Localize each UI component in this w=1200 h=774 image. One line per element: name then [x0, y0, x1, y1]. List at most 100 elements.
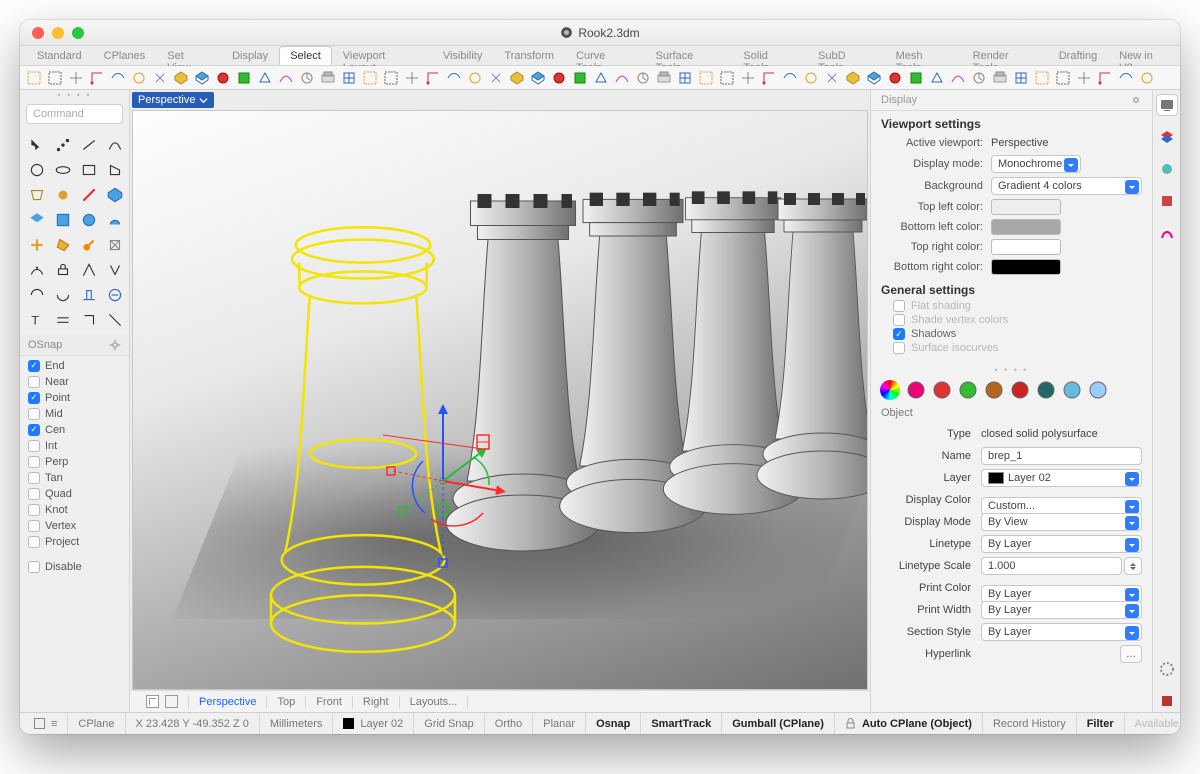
- osnap-end[interactable]: End: [28, 358, 121, 373]
- toolbar-btn-11[interactable]: [255, 68, 275, 88]
- tool-btn-28[interactable]: T: [26, 309, 48, 331]
- status-gumball[interactable]: Gumball (CPlane): [722, 713, 835, 734]
- status-units[interactable]: Millimeters: [260, 713, 334, 734]
- viewport-tab-layouts[interactable]: Layouts...: [400, 696, 469, 708]
- toolbar-btn-53[interactable]: [1137, 68, 1157, 88]
- osnap-mid[interactable]: Mid: [28, 406, 121, 421]
- tool-btn-6[interactable]: [78, 159, 100, 181]
- top-tab-display[interactable]: Display: [221, 46, 279, 65]
- tool-btn-0[interactable]: [26, 134, 48, 156]
- toolbar-btn-9[interactable]: [213, 68, 233, 88]
- toolbar-btn-6[interactable]: [150, 68, 170, 88]
- toolbar-btn-41[interactable]: [885, 68, 905, 88]
- name-input[interactable]: brep_1: [981, 447, 1142, 465]
- toolbar-btn-8[interactable]: [192, 68, 212, 88]
- osnap-vertex[interactable]: Vertex: [28, 518, 121, 533]
- top-tab-set-view[interactable]: Set View: [156, 46, 221, 65]
- rtab-display[interactable]: [1156, 94, 1178, 116]
- tool-btn-12[interactable]: [26, 209, 48, 231]
- top-left-color-swatch[interactable]: [991, 199, 1061, 215]
- toolbar-btn-21[interactable]: [465, 68, 485, 88]
- status-filter[interactable]: Filter: [1077, 713, 1125, 734]
- obj-prop-tab-7[interactable]: [1061, 379, 1083, 401]
- toolbar-btn-3[interactable]: [87, 68, 107, 88]
- obj-prop-tab-1[interactable]: [905, 379, 927, 401]
- status-ortho[interactable]: Ortho: [485, 713, 534, 734]
- shadows-check[interactable]: Shadows: [871, 327, 1152, 341]
- tool-btn-27[interactable]: [104, 284, 126, 306]
- toolbar-btn-0[interactable]: [24, 68, 44, 88]
- linetype-dropdown[interactable]: By Layer: [981, 535, 1142, 553]
- toolbar-btn-28[interactable]: [612, 68, 632, 88]
- top-tab-select[interactable]: Select: [279, 46, 332, 65]
- obj-prop-tab-8[interactable]: [1087, 379, 1109, 401]
- toolbar-btn-36[interactable]: [780, 68, 800, 88]
- toolbar-btn-1[interactable]: [45, 68, 65, 88]
- tool-btn-13[interactable]: [52, 209, 74, 231]
- toolbar-btn-37[interactable]: [801, 68, 821, 88]
- top-tab-cplanes[interactable]: CPlanes: [93, 46, 157, 65]
- panel-grip-2[interactable]: • • • •: [871, 365, 1152, 375]
- obj-prop-tab-5[interactable]: [1009, 379, 1031, 401]
- status-record[interactable]: Record History: [983, 713, 1077, 734]
- status-planar[interactable]: Planar: [533, 713, 586, 734]
- toolbar-btn-42[interactable]: [906, 68, 926, 88]
- flat-shading-check[interactable]: Flat shading: [871, 299, 1152, 313]
- osnap-quad[interactable]: Quad: [28, 486, 121, 501]
- toolbar-btn-40[interactable]: [864, 68, 884, 88]
- tool-btn-3[interactable]: [104, 134, 126, 156]
- viewport-3d[interactable]: [132, 110, 868, 690]
- toolbar-btn-14[interactable]: [318, 68, 338, 88]
- shade-vertex-check[interactable]: Shade vertex colors: [871, 313, 1152, 327]
- toolbar-btn-7[interactable]: [171, 68, 191, 88]
- osnap-tan[interactable]: Tan: [28, 470, 121, 485]
- toolbar-btn-18[interactable]: [402, 68, 422, 88]
- toolbar-btn-35[interactable]: [759, 68, 779, 88]
- tool-btn-5[interactable]: [52, 159, 74, 181]
- osnap-cen[interactable]: Cen: [28, 422, 121, 437]
- tool-btn-7[interactable]: [104, 159, 126, 181]
- viewport-tab-right[interactable]: Right: [353, 696, 400, 708]
- tool-btn-11[interactable]: [104, 184, 126, 206]
- top-tab-mesh-tools[interactable]: Mesh Tools: [885, 46, 962, 65]
- top-tab-standard[interactable]: Standard: [26, 46, 93, 65]
- tool-btn-9[interactable]: [52, 184, 74, 206]
- obj-display-mode-dropdown[interactable]: By View: [981, 513, 1142, 531]
- tool-btn-1[interactable]: [52, 134, 74, 156]
- viewport-layout-icons[interactable]: [136, 695, 189, 708]
- tool-btn-29[interactable]: [52, 309, 74, 331]
- display-mode-dropdown[interactable]: Monochrome: [991, 155, 1081, 173]
- toolbar-btn-25[interactable]: [549, 68, 569, 88]
- panel-grip[interactable]: • • • •: [20, 90, 129, 100]
- obj-prop-tab-6[interactable]: [1035, 379, 1057, 401]
- toolbar-btn-52[interactable]: [1116, 68, 1136, 88]
- tool-btn-25[interactable]: [52, 284, 74, 306]
- tool-btn-21[interactable]: [52, 259, 74, 281]
- tool-btn-16[interactable]: [26, 234, 48, 256]
- tool-btn-24[interactable]: [26, 284, 48, 306]
- top-tab-visibility[interactable]: Visibility: [432, 46, 494, 65]
- print-width-dropdown[interactable]: By Layer: [981, 601, 1142, 619]
- tool-btn-19[interactable]: [104, 234, 126, 256]
- top-tab-curve-tools[interactable]: Curve Tools: [565, 46, 644, 65]
- obj-prop-tab-4[interactable]: [983, 379, 1005, 401]
- background-dropdown[interactable]: Gradient 4 colors: [991, 177, 1142, 195]
- osnap-perp[interactable]: Perp: [28, 454, 121, 469]
- rtab-layers[interactable]: [1156, 126, 1178, 148]
- viewport-tab-perspective[interactable]: Perspective: [189, 696, 267, 708]
- tool-btn-15[interactable]: [104, 209, 126, 231]
- tool-btn-17[interactable]: [52, 234, 74, 256]
- osnap-disable[interactable]: Disable: [28, 559, 121, 574]
- layer-dropdown[interactable]: Layer 02: [981, 469, 1142, 487]
- rtab-materials[interactable]: [1156, 190, 1178, 212]
- tool-btn-23[interactable]: [104, 259, 126, 281]
- toolbar-btn-38[interactable]: [822, 68, 842, 88]
- toolbar-btn-20[interactable]: [444, 68, 464, 88]
- top-tab-transform[interactable]: Transform: [493, 46, 565, 65]
- tool-btn-8[interactable]: [26, 184, 48, 206]
- toolbar-btn-26[interactable]: [570, 68, 590, 88]
- toolbar-btn-30[interactable]: [654, 68, 674, 88]
- bottom-left-color-swatch[interactable]: [991, 219, 1061, 235]
- isocurves-check[interactable]: Surface isocurves: [871, 341, 1152, 355]
- tool-btn-10[interactable]: [78, 184, 100, 206]
